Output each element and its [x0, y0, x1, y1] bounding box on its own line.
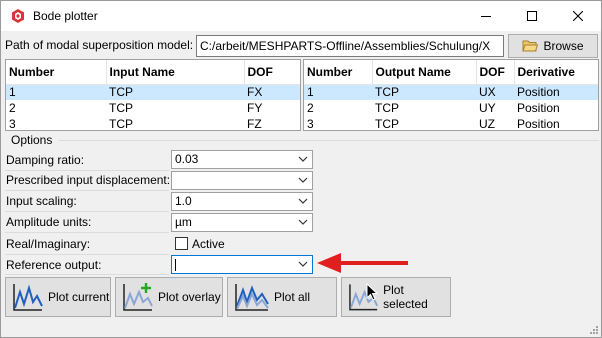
- table-cell: 3: [9, 116, 16, 131]
- column-header[interactable]: DOF: [244, 60, 300, 85]
- table-row[interactable]: 3 TCP FZ: [6, 116, 300, 131]
- row-divider: [5, 232, 169, 233]
- column-header[interactable]: DOF: [476, 60, 515, 85]
- table-row[interactable]: 1 TCP FX: [6, 84, 300, 100]
- row-divider: [5, 170, 169, 171]
- red-arrow-icon: [317, 253, 408, 273]
- reference-output-combo[interactable]: [171, 255, 313, 274]
- table-row[interactable]: 1 TCP UX Position: [304, 84, 598, 100]
- prescribed-input-label: Prescribed input displacement:: [6, 173, 171, 187]
- table-cell: Position: [517, 116, 560, 131]
- browse-button[interactable]: Browse: [508, 34, 598, 58]
- chevron-down-icon: [298, 156, 308, 162]
- model-path-field[interactable]: C:/arbeit/MESHPARTS-Offline/Assemblies/S…: [196, 35, 504, 57]
- row-divider: [5, 254, 169, 255]
- row-divider: [5, 211, 169, 212]
- title-bar: Bode plotter: [1, 1, 601, 31]
- amplitude-units-label: Amplitude units:: [6, 215, 92, 229]
- table-cell: 2: [307, 100, 314, 115]
- maximize-icon: [527, 11, 537, 21]
- plot-overlay-button[interactable]: Plot overlay: [115, 277, 223, 317]
- close-button[interactable]: [555, 1, 601, 31]
- options-divider: [59, 140, 599, 141]
- prescribed-input-combo[interactable]: [171, 171, 313, 190]
- plot-all-button[interactable]: Plot all: [227, 277, 337, 317]
- table-cell: TCP: [109, 116, 133, 131]
- chevron-down-icon: [298, 261, 308, 267]
- amplitude-units-value: µm: [175, 215, 192, 229]
- plot-curve-icon: [13, 284, 43, 311]
- row-divider: [5, 190, 169, 191]
- damping-ratio-label: Damping ratio:: [6, 153, 85, 167]
- chevron-down-icon: [298, 198, 308, 204]
- column-header[interactable]: Input Name: [106, 60, 245, 85]
- bode-plotter-window: Bode plotter Path of modal superposition…: [0, 0, 602, 338]
- table-cell: TCP: [375, 100, 399, 115]
- amplitude-units-combo[interactable]: µm: [171, 213, 313, 232]
- app-logo-icon: [12, 9, 24, 23]
- minimize-button[interactable]: [463, 1, 509, 31]
- table-cell: FX: [244, 84, 300, 100]
- plot-selected-label: Plot selected: [383, 283, 428, 311]
- input-scaling-combo[interactable]: 1.0: [171, 192, 313, 211]
- table-cell: TCP: [109, 100, 133, 115]
- maximize-button[interactable]: [509, 1, 555, 31]
- plot-overlay-icon: [123, 283, 153, 311]
- table-cell: UY: [479, 100, 496, 115]
- column-header[interactable]: Number: [6, 60, 107, 85]
- plot-all-label: Plot all: [274, 290, 311, 304]
- table-cell: 3: [307, 116, 314, 131]
- table-row[interactable]: 2 TCP FY: [6, 100, 300, 116]
- mouse-pointer-icon: [366, 283, 378, 301]
- table-cell: Position: [514, 84, 598, 100]
- plot-overlay-label: Plot overlay: [158, 290, 221, 304]
- real-imaginary-checkbox-label[interactable]: Active: [192, 237, 225, 251]
- table-cell: UZ: [479, 116, 495, 131]
- plot-selected-button[interactable]: Plot selected: [341, 277, 451, 317]
- damping-ratio-value: 0.03: [175, 152, 199, 166]
- table-cell: FZ: [247, 116, 262, 131]
- close-icon: [573, 11, 583, 21]
- chevron-down-icon: [298, 177, 308, 183]
- input-table-header: Number Input Name DOF: [6, 60, 300, 85]
- model-path-row: Path of modal superposition model: C:/ar…: [1, 33, 601, 58]
- input-scaling-value: 1.0: [175, 194, 192, 208]
- browse-label: Browse: [543, 39, 584, 53]
- resize-grip-icon[interactable]: [589, 325, 599, 335]
- text-cursor: [175, 259, 176, 271]
- damping-ratio-combo[interactable]: 0.03: [171, 150, 313, 169]
- table-cell: TCP: [375, 116, 399, 131]
- table-cell: TCP: [372, 84, 476, 100]
- window-title: Bode plotter: [33, 9, 98, 23]
- table-cell: 1: [304, 84, 372, 100]
- table-row[interactable]: 2 TCP UY Position: [304, 100, 598, 116]
- minimize-icon: [481, 16, 491, 17]
- column-header[interactable]: Output Name: [372, 60, 477, 85]
- table-cell: 2: [9, 100, 16, 115]
- model-path-label: Path of modal superposition model:: [5, 38, 194, 52]
- real-imaginary-checkbox[interactable]: [175, 237, 188, 250]
- folder-icon: [522, 40, 539, 52]
- input-scaling-label: Input scaling:: [6, 194, 77, 208]
- options-group-label: Options: [11, 133, 53, 147]
- plot-all-icon: [235, 284, 269, 311]
- output-table: Number Output Name DOF Derivative 1 TCP …: [303, 59, 599, 131]
- column-header[interactable]: Derivative: [514, 60, 598, 85]
- reference-output-label: Reference output:: [6, 258, 102, 272]
- real-imaginary-label: Real/Imaginary:: [6, 237, 91, 251]
- column-header[interactable]: Number: [304, 60, 373, 85]
- table-row[interactable]: 3 TCP UZ Position: [304, 116, 598, 131]
- input-table: Number Input Name DOF 1 TCP FX 2 TCP FY …: [5, 59, 301, 131]
- table-cell: FY: [247, 100, 263, 115]
- table-cell: Position: [517, 100, 560, 115]
- chevron-down-icon: [298, 219, 308, 225]
- table-cell: 1: [6, 84, 106, 100]
- plot-current-label: Plot current: [48, 290, 110, 304]
- row-divider: [5, 274, 169, 275]
- output-table-header: Number Output Name DOF Derivative: [304, 60, 598, 85]
- table-cell: UX: [476, 84, 514, 100]
- plot-current-button[interactable]: Plot current: [5, 277, 111, 317]
- table-cell: TCP: [106, 84, 244, 100]
